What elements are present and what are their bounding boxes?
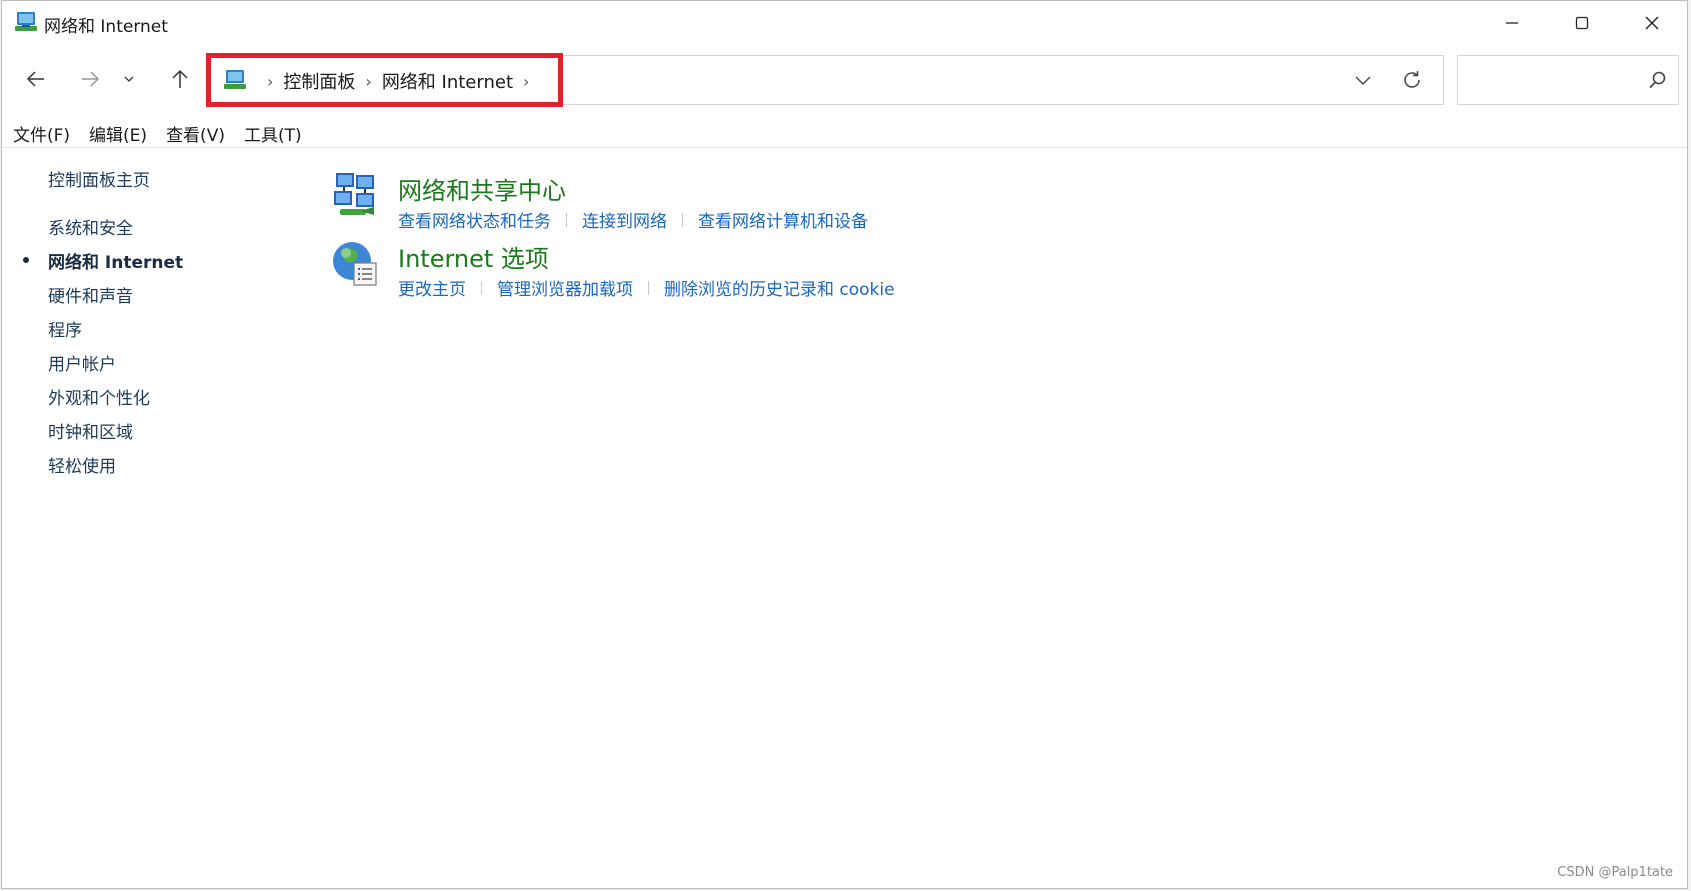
chevron-down-icon <box>1355 76 1371 85</box>
window: 网络和 Internet › 控制面板 › 网络和 Internet › 文件(… <box>1 0 1688 889</box>
category-title-network-sharing[interactable]: 网络和共享中心 <box>398 171 566 206</box>
breadcrumb-separator[interactable]: › <box>267 72 273 91</box>
forward-button[interactable] <box>72 61 108 97</box>
link-change-home-page[interactable]: 更改主页 <box>398 275 466 300</box>
sidebar-item-system-security[interactable]: 系统和安全 <box>48 214 133 239</box>
refresh-button[interactable] <box>1399 67 1425 93</box>
close-icon <box>1645 16 1659 30</box>
link-divider <box>566 212 567 227</box>
breadcrumb-separator[interactable]: › <box>365 72 371 91</box>
navigation-bar: › 控制面板 › 网络和 Internet › <box>2 53 1687 107</box>
menu-tools[interactable]: 工具(T) <box>233 119 310 147</box>
link-connect-to-network[interactable]: 连接到网络 <box>582 207 667 232</box>
menu-edit[interactable]: 编辑(E) <box>78 119 155 147</box>
menu-bar: 文件(F) 编辑(E) 查看(V) 工具(T) <box>2 119 1687 147</box>
category-links-internet-options: 更改主页 管理浏览器加载项 删除浏览的历史记录和 cookie <box>398 275 895 300</box>
category-links-network-sharing: 查看网络状态和任务 连接到网络 查看网络计算机和设备 <box>398 207 868 232</box>
control-panel-network-icon <box>15 12 37 31</box>
minimize-icon <box>1506 22 1518 24</box>
control-panel-icon <box>224 70 246 89</box>
network-sharing-center-icon <box>334 173 374 215</box>
sidebar-item-hardware-sound[interactable]: 硬件和声音 <box>48 282 133 307</box>
watermark: CSDN @Palp1tate <box>1557 865 1673 880</box>
up-button[interactable] <box>162 61 198 97</box>
breadcrumb-network-internet[interactable]: 网络和 Internet <box>382 68 513 94</box>
sidebar-item-clock-region[interactable]: 时钟和区域 <box>48 418 133 443</box>
sidebar-item-user-accounts[interactable]: 用户帐户 <box>48 350 116 375</box>
search-icon[interactable] <box>1648 70 1668 90</box>
link-divider <box>682 212 683 227</box>
arrow-right-icon <box>82 71 100 87</box>
sidebar-item-programs[interactable]: 程序 <box>48 316 82 341</box>
refresh-icon <box>1404 71 1420 88</box>
internet-options-icon <box>333 242 377 286</box>
menu-divider <box>2 147 1687 148</box>
address-bar[interactable]: › 控制面板 › 网络和 Internet › <box>206 55 1444 105</box>
minimize-button[interactable] <box>1477 1 1547 45</box>
link-manage-addons[interactable]: 管理浏览器加载项 <box>497 275 633 300</box>
sidebar-item-control-panel-home[interactable]: 控制面板主页 <box>48 166 150 191</box>
link-divider <box>481 280 482 295</box>
arrow-left-icon <box>26 71 44 87</box>
search-input[interactable] <box>1466 66 1640 94</box>
sidebar-item-ease-of-access[interactable]: 轻松使用 <box>48 452 116 477</box>
search-box[interactable] <box>1457 55 1679 105</box>
link-view-network-status[interactable]: 查看网络状态和任务 <box>398 207 551 232</box>
close-button[interactable] <box>1617 1 1687 45</box>
menu-file[interactable]: 文件(F) <box>2 119 78 147</box>
arrow-up-icon <box>172 69 188 88</box>
maximize-icon <box>1575 16 1589 30</box>
menu-view[interactable]: 查看(V) <box>155 119 233 147</box>
back-button[interactable] <box>18 61 54 97</box>
sidebar-item-network-internet[interactable]: 网络和 Internet <box>48 248 183 273</box>
link-delete-browsing-history[interactable]: 删除浏览的历史记录和 cookie <box>664 275 895 300</box>
breadcrumb-separator[interactable]: › <box>523 72 529 91</box>
breadcrumb-control-panel[interactable]: 控制面板 <box>283 68 355 94</box>
title-bar[interactable]: 网络和 Internet <box>2 1 1687 45</box>
address-history-button[interactable] <box>1351 68 1375 92</box>
link-divider <box>648 280 649 295</box>
maximize-button[interactable] <box>1547 1 1617 45</box>
breadcrumb: › 控制面板 › 网络和 Internet › <box>257 68 539 94</box>
recent-locations-button[interactable] <box>116 61 142 97</box>
category-title-internet-options[interactable]: Internet 选项 <box>398 239 549 274</box>
chevron-down-icon <box>124 76 134 82</box>
active-bullet <box>23 257 29 263</box>
sidebar-item-appearance[interactable]: 外观和个性化 <box>48 384 150 409</box>
window-title: 网络和 Internet <box>44 17 168 37</box>
link-view-network-computers[interactable]: 查看网络计算机和设备 <box>698 207 868 232</box>
